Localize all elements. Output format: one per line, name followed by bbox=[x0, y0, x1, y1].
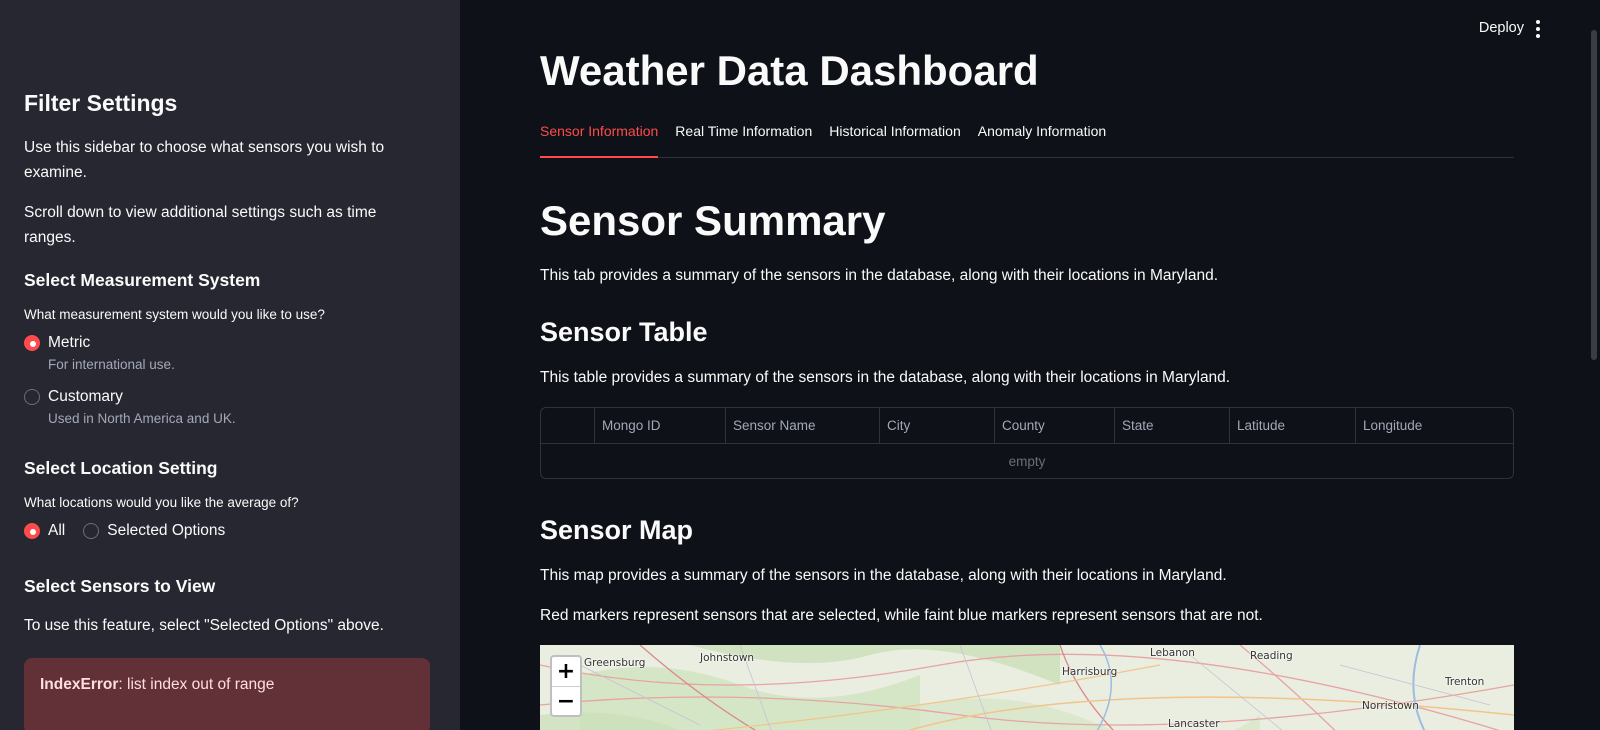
table-empty-text: empty bbox=[1008, 453, 1046, 469]
radio-unselected-icon[interactable] bbox=[24, 389, 40, 405]
deploy-button[interactable]: Deploy bbox=[1479, 20, 1524, 36]
measurement-question: What measurement system would you like t… bbox=[24, 307, 325, 322]
scrollbar[interactable] bbox=[1588, 0, 1600, 730]
tab-sensor-information[interactable]: Sensor Information bbox=[540, 120, 659, 158]
column-header-longitude[interactable]: Longitude bbox=[1356, 408, 1513, 444]
map-heading: Sensor Map bbox=[540, 515, 694, 545]
map-label-greensburg: Greensburg bbox=[584, 657, 646, 669]
column-header-mongo-id[interactable]: Mongo ID bbox=[595, 408, 726, 444]
sidebar-scroll-note: Scroll down to view additional settings … bbox=[24, 204, 377, 246]
column-header-state[interactable]: State bbox=[1115, 408, 1230, 444]
radio-label-all: All bbox=[48, 522, 66, 539]
radio-label-metric: Metric bbox=[48, 334, 91, 351]
main-content: Weather Data Dashboard Sensor Informatio… bbox=[540, 44, 1514, 730]
zoom-in-button[interactable]: + bbox=[552, 657, 580, 686]
tab-real-time-information[interactable]: Real Time Information bbox=[675, 120, 812, 157]
table-heading: Sensor Table bbox=[540, 317, 708, 347]
measurement-radio-group: Metric For international use. Customary … bbox=[24, 332, 430, 430]
error-message: : list index out of range bbox=[118, 676, 275, 693]
map-zoom-control: + − bbox=[550, 655, 582, 717]
map-label-trenton: Trenton bbox=[1445, 676, 1485, 688]
map-label-reading: Reading bbox=[1250, 650, 1293, 662]
column-header-sensor-name[interactable]: Sensor Name bbox=[726, 408, 880, 444]
summary-heading: Sensor Summary bbox=[540, 197, 886, 244]
map-label-lancaster: Lancaster bbox=[1168, 718, 1220, 730]
radio-unselected-icon[interactable] bbox=[83, 523, 100, 539]
tab-anomaly-information[interactable]: Anomaly Information bbox=[978, 120, 1106, 157]
map-label-lebanon: Lebanon bbox=[1150, 647, 1195, 659]
column-header-latitude[interactable]: Latitude bbox=[1230, 408, 1356, 444]
summary-text: This tab provides a summary of the senso… bbox=[540, 267, 1219, 284]
radio-caption-metric: For international use. bbox=[48, 357, 175, 372]
radio-selected-icon[interactable] bbox=[24, 335, 40, 351]
error-type: IndexError bbox=[40, 676, 119, 693]
radio-option-selected-options[interactable]: Selected Options bbox=[83, 520, 225, 542]
sensors-note: To use this feature, select "Selected Op… bbox=[24, 617, 384, 634]
tab-bar: Sensor Information Real Time Information… bbox=[540, 120, 1514, 158]
error-alert: IndexError: list index out of range bbox=[24, 658, 430, 730]
radio-label-customary: Customary bbox=[48, 388, 123, 405]
map-label-johnstown: Johnstown bbox=[700, 652, 755, 664]
sensor-table[interactable]: Mongo ID Sensor Name City County State L… bbox=[540, 407, 1514, 479]
location-heading: Select Location Setting bbox=[24, 458, 218, 478]
radio-option-metric[interactable]: Metric For international use. bbox=[24, 332, 430, 376]
sensors-heading: Select Sensors to View bbox=[24, 576, 216, 596]
map-label-norristown: Norristown bbox=[1362, 700, 1419, 712]
column-header-index[interactable] bbox=[541, 408, 595, 444]
scrollbar-thumb[interactable] bbox=[1591, 30, 1597, 360]
location-radio-group: All Selected Options bbox=[24, 520, 430, 542]
table-empty-row: empty bbox=[541, 444, 1513, 478]
measurement-heading: Select Measurement System bbox=[24, 270, 261, 290]
sidebar-title: Filter Settings bbox=[24, 90, 178, 116]
map-legend-text: Red markers represent sensors that are s… bbox=[540, 607, 1263, 624]
sensor-map[interactable]: + − Greensburg Johnstown Harrisburg Leba… bbox=[540, 645, 1514, 730]
menu-dot bbox=[1536, 20, 1540, 24]
table-text: This table provides a summary of the sen… bbox=[540, 369, 1231, 386]
radio-option-all[interactable]: All bbox=[24, 520, 65, 542]
menu-dot bbox=[1536, 27, 1540, 31]
column-header-county[interactable]: County bbox=[995, 408, 1115, 444]
map-tiles bbox=[540, 645, 1514, 730]
main-area: Deploy Weather Data Dashboard Sensor Inf… bbox=[460, 0, 1600, 730]
radio-caption-customary: Used in North America and UK. bbox=[48, 411, 236, 426]
table-header-row: Mongo ID Sensor Name City County State L… bbox=[541, 408, 1513, 444]
column-header-city[interactable]: City bbox=[880, 408, 995, 444]
sidebar: Filter Settings Use this sidebar to choo… bbox=[0, 0, 460, 730]
radio-option-customary[interactable]: Customary Used in North America and UK. bbox=[24, 386, 430, 430]
sidebar-content: Filter Settings Use this sidebar to choo… bbox=[24, 90, 430, 730]
menu-dot bbox=[1536, 34, 1540, 38]
tab-historical-information[interactable]: Historical Information bbox=[829, 120, 961, 157]
page-title: Weather Data Dashboard bbox=[540, 47, 1039, 94]
radio-selected-icon[interactable] bbox=[24, 523, 40, 539]
zoom-out-button[interactable]: − bbox=[552, 686, 580, 715]
kebab-menu-icon[interactable] bbox=[1531, 18, 1545, 40]
sidebar-intro: Use this sidebar to choose what sensors … bbox=[24, 139, 385, 181]
map-text: This map provides a summary of the senso… bbox=[540, 567, 1227, 584]
map-label-harrisburg: Harrisburg bbox=[1062, 666, 1118, 678]
location-question: What locations would you like the averag… bbox=[24, 495, 299, 510]
radio-label-selected-options: Selected Options bbox=[107, 522, 226, 539]
